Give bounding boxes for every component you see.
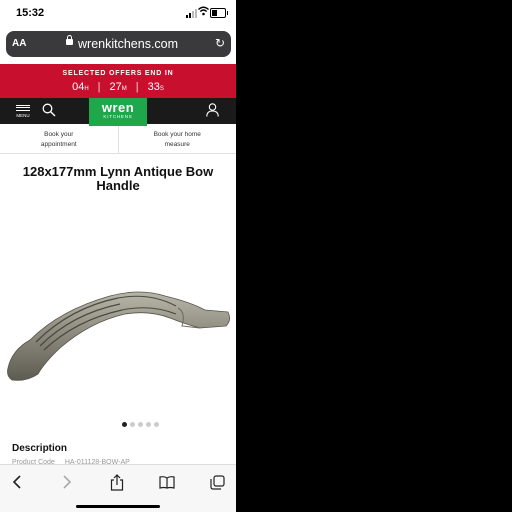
gallery-dots[interactable] <box>122 422 159 427</box>
phone-screen: 15:32 AA wrenkitchens.com ↻ SELECTED OFF… <box>0 0 236 512</box>
back-button[interactable] <box>6 471 28 493</box>
product-title: 128x177mm Lynn Antique Bow Handle <box>22 164 214 193</box>
clock: 15:32 <box>16 7 45 19</box>
description-heading: Description <box>12 443 68 454</box>
hamburger-icon <box>16 104 30 106</box>
search-icon[interactable] <box>42 103 56 117</box>
home-indicator <box>76 505 160 508</box>
countdown-seconds: 33S <box>147 81 164 93</box>
chevron-right-icon <box>63 475 72 489</box>
signal-icon <box>186 9 197 18</box>
share-button[interactable] <box>106 471 128 493</box>
account-icon[interactable] <box>206 103 219 117</box>
gallery-dot[interactable] <box>130 422 135 427</box>
text-size-button[interactable]: AA <box>12 38 26 49</box>
wren-logo[interactable]: wren KITCHENS <box>89 98 147 126</box>
forward-button[interactable] <box>56 471 78 493</box>
battery-icon <box>210 8 228 18</box>
gallery-dot[interactable] <box>154 422 159 427</box>
book-measure-link[interactable]: Book your home measure <box>119 124 237 153</box>
timer-separator: | <box>97 81 101 93</box>
timer-separator: | <box>135 81 139 93</box>
lock-icon <box>66 35 73 45</box>
booking-links: Book your appointment Book your home mea… <box>0 124 236 154</box>
wifi-icon <box>198 6 209 16</box>
gallery-dot[interactable] <box>138 422 143 427</box>
countdown-hours: 04H <box>72 81 89 93</box>
status-bar: 15:32 <box>0 0 236 26</box>
url-text[interactable]: wrenkitchens.com <box>78 37 178 51</box>
gallery-dot[interactable] <box>146 422 151 427</box>
tabs-button[interactable] <box>206 471 228 493</box>
countdown-minutes: 27M <box>109 81 127 93</box>
countdown-timer: 04H | 27M | 33S <box>0 81 236 93</box>
browser-toolbar <box>0 464 236 512</box>
offers-title: SELECTED OFFERS END IN <box>62 70 174 77</box>
book-appointment-link[interactable]: Book your appointment <box>0 124 119 153</box>
book-icon <box>159 475 175 489</box>
product-image[interactable] <box>0 270 236 400</box>
tabs-icon <box>209 474 225 490</box>
share-icon <box>110 473 124 491</box>
offers-banner[interactable]: SELECTED OFFERS END IN 04H | 27M | 33S <box>0 64 236 98</box>
menu-button[interactable]: MENU <box>16 103 30 118</box>
bookmarks-button[interactable] <box>156 471 178 493</box>
address-bar[interactable]: AA wrenkitchens.com ↻ <box>6 31 231 57</box>
chevron-left-icon <box>12 475 21 489</box>
gallery-dot[interactable] <box>122 422 127 427</box>
reload-icon[interactable]: ↻ <box>215 36 225 50</box>
